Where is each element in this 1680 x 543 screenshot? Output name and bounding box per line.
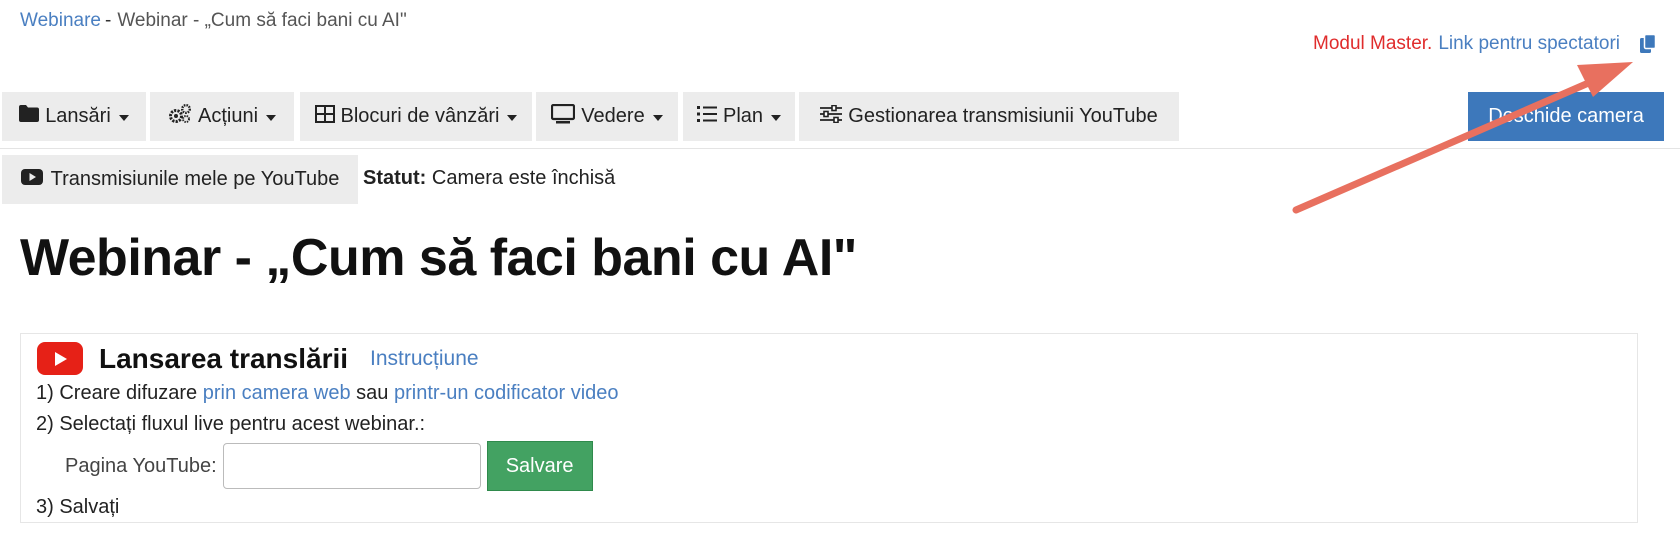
page-title: Webinar - „Cum să faci bani cu AI" <box>20 229 857 287</box>
viewer-link[interactable]: Link pentru spectatori <box>1438 33 1620 55</box>
master-mode-bar: Modul Master. Link pentru spectatori <box>1313 32 1660 56</box>
step-1-or: sau <box>356 382 389 404</box>
panel-header: Lansarea translării Instrucțiune <box>37 342 479 375</box>
save-button[interactable]: Salvare <box>486 441 593 491</box>
plan-label: Plan <box>722 105 764 127</box>
youtube-stream-management-label: Gestionarea transmisiunii YouTube <box>848 105 1158 127</box>
youtube-stream-management-button[interactable]: Gestionarea transmisiunii YouTube <box>799 92 1179 141</box>
launches-label: Lansări <box>45 105 111 127</box>
view-dropdown[interactable]: Vedere <box>536 92 678 141</box>
launches-dropdown[interactable]: Lansări <box>2 92 146 141</box>
chevron-down-icon <box>507 114 518 121</box>
my-youtube-streams-button[interactable]: Transmisiunile mele pe YouTube <box>2 155 358 204</box>
instructions-link[interactable]: Instrucțiune <box>370 347 479 371</box>
step-3: 3) Salvați <box>36 496 120 518</box>
sales-blocks-label: Blocuri de vânzări <box>340 105 500 127</box>
plan-dropdown[interactable]: Plan <box>683 92 795 141</box>
youtube-icon <box>20 168 43 191</box>
master-mode-label: Modul Master. <box>1313 33 1433 54</box>
actions-label: Acțiuni <box>197 105 259 127</box>
chevron-down-icon <box>118 114 129 121</box>
breadcrumb-webinars-link[interactable]: Webinare <box>20 10 101 31</box>
monitor-icon <box>551 103 576 130</box>
folder-icon <box>19 105 40 128</box>
chevron-down-icon <box>652 114 663 121</box>
status-value: Camera este închisă <box>431 167 616 189</box>
panel-title: Lansarea translării <box>99 342 349 374</box>
chevron-down-icon <box>266 114 277 121</box>
youtube-logo-icon <box>37 342 83 375</box>
toolbar-divider <box>0 148 1680 149</box>
chevron-down-icon <box>771 114 782 121</box>
actions-dropdown[interactable]: Acțiuni <box>150 92 294 141</box>
breadcrumb-separator: - <box>104 10 112 31</box>
gears-icon <box>168 103 192 130</box>
sales-blocks-dropdown[interactable]: Blocuri de vânzări <box>300 92 532 141</box>
step-1: 1) Creare difuzare prin camera web sau p… <box>36 382 619 405</box>
breadcrumb: Webinare - Webinar - „Cum să faci bani cu … <box>20 10 407 32</box>
camera-status: Statut: Camera este închisă <box>363 167 615 190</box>
sliders-icon <box>820 104 843 129</box>
copy-icon[interactable] <box>1636 32 1660 56</box>
toolbar: Lansări Acțiuni Blocuri de vânzări Veder… <box>2 92 1680 142</box>
view-label: Vedere <box>581 105 645 127</box>
breadcrumb-current: Webinar - „Cum să faci bani cu AI" <box>117 10 407 31</box>
status-label: Statut: <box>363 167 427 189</box>
video-encoder-link[interactable]: printr-un codificator video <box>394 382 619 404</box>
youtube-page-row: Pagina YouTube: Salvare <box>65 441 593 491</box>
list-icon <box>696 105 717 129</box>
my-youtube-streams-label: Transmisiunile mele pe YouTube <box>50 168 340 190</box>
grid-icon <box>314 104 335 129</box>
step-1-text: 1) Creare difuzare <box>36 382 198 404</box>
youtube-page-label: Pagina YouTube: <box>65 454 217 477</box>
open-camera-button[interactable]: Deschide camera <box>1468 92 1664 141</box>
step-2: 2) Selectați fluxul live pentru acest we… <box>36 413 426 435</box>
stream-launch-panel: Lansarea translării Instrucțiune 1) Crea… <box>20 333 1638 523</box>
youtube-page-input[interactable] <box>222 443 481 489</box>
webcam-link[interactable]: prin camera web <box>203 382 351 404</box>
